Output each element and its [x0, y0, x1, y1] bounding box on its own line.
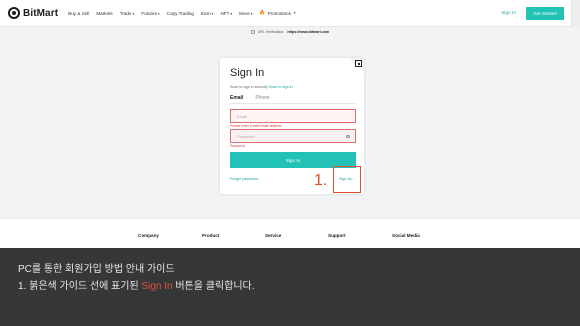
footer: Company Product Service Support Social M…: [0, 218, 580, 248]
footer-col-company: Company: [138, 233, 159, 238]
caption-prefix: 1. 붉은색 가이드 선에 표기된: [18, 281, 142, 292]
nav-item-futures[interactable]: Futures▾: [141, 11, 159, 16]
chevron-down-icon: ▾: [230, 11, 233, 16]
caption-suffix: 버튼을 클릭합니다.: [172, 281, 255, 292]
email-error: Please enter a valid email address: [230, 124, 282, 128]
nav-item-label: Buy & Sell: [68, 10, 90, 16]
nav-item-copy-trading[interactable]: Copy Trading: [167, 11, 194, 16]
lock-icon: [250, 30, 255, 34]
footer-col-social: Social Media: [392, 233, 420, 238]
get-started-button[interactable]: Get Started: [526, 7, 564, 20]
nav-item-label: Futures: [141, 10, 157, 16]
caption-highlight: Sign In: [141, 281, 173, 292]
nav-item-label: Earn: [200, 10, 211, 16]
nav-item-label: Copy Trading: [166, 10, 194, 16]
url-verification-url: https://www.bitmart.com: [287, 30, 330, 34]
logo-text: BitMart: [23, 7, 59, 19]
subtitle-text: Scan to sign in securely: [230, 85, 268, 89]
nav-item-nft[interactable]: NFT▾: [220, 11, 232, 16]
chevron-down-icon: ▾: [132, 11, 135, 16]
guide-step-number: 1.: [314, 172, 328, 189]
header-edge: [571, 0, 580, 27]
forgot-password-link[interactable]: Forgot password: [230, 177, 258, 181]
caption-line-1: PC를 통한 회원가입 방법 안내 가이드: [18, 264, 175, 275]
signin-title: Sign In: [230, 67, 265, 79]
eye-icon[interactable]: [346, 135, 350, 138]
nav-item-buy-sell[interactable]: Buy & Sell: [68, 11, 89, 16]
nav-item-label: Markets: [96, 10, 113, 16]
tab-divider: [230, 103, 356, 104]
nav-item-trade[interactable]: Trade▾: [120, 11, 135, 16]
nav-item-label: Promotions: [267, 10, 291, 16]
nav-item-label: More: [239, 10, 250, 16]
qr-login-toggle[interactable]: [348, 58, 364, 74]
nav-item-label: NFT: [220, 10, 230, 16]
signin-subtitle: Scan to sign in securely Scan to sign in: [230, 85, 293, 89]
footer-col-product: Product: [202, 233, 220, 238]
chevron-down-icon: ▾: [250, 11, 253, 16]
guide-caption-overlay: PC를 통한 회원가입 방법 안내 가이드 1. 붉은색 가이드 선에 표기된 …: [0, 248, 580, 326]
guide-highlight-box: [333, 166, 361, 193]
password-error: Password: [230, 144, 245, 148]
header-right: Sign In Get Started: [501, 0, 580, 27]
url-verification-label: URL Verification:: [257, 30, 285, 34]
top-navbar: BitMart Buy & Sell Markets Trade▾ Futures▾ C…: [0, 0, 580, 27]
caption-line-2: 1. 붉은색 가이드 선에 표기된 Sign In 버튼을 클릭합니다.: [18, 277, 255, 292]
header-signin-link[interactable]: Sign In: [501, 11, 516, 16]
footer-col-support: Support: [328, 233, 346, 238]
main-nav: Buy & Sell Markets Trade▾ Futures▾ Copy Trad…: [68, 10, 295, 16]
email-placeholder: Email: [237, 113, 248, 119]
password-input[interactable]: Password: [230, 129, 356, 143]
nav-item-earn[interactable]: Earn▾: [201, 11, 213, 16]
chevron-down-icon: ▾: [293, 11, 296, 15]
scan-signin-link[interactable]: Scan to sign in: [269, 85, 293, 89]
chevron-down-icon: ▾: [211, 11, 214, 16]
fire-icon: 🔥: [259, 10, 266, 16]
email-input[interactable]: Email: [230, 109, 356, 123]
nav-item-more[interactable]: More▾: [239, 11, 252, 16]
url-verification-notice: URL Verification: https://www.bitmart.co…: [0, 27, 580, 37]
password-placeholder: Password: [237, 133, 255, 139]
qr-code-icon: [355, 60, 362, 67]
nav-item-label: Trade: [119, 10, 132, 16]
chevron-down-icon: ▾: [157, 11, 160, 16]
bitmart-logo[interactable]: BitMart: [8, 7, 58, 19]
footer-col-service: Service: [265, 233, 282, 238]
nav-item-markets[interactable]: Markets: [96, 11, 112, 16]
bitmart-logo-icon: [8, 7, 20, 19]
nav-item-promotions[interactable]: 🔥 Promotions ▾: [259, 10, 295, 16]
